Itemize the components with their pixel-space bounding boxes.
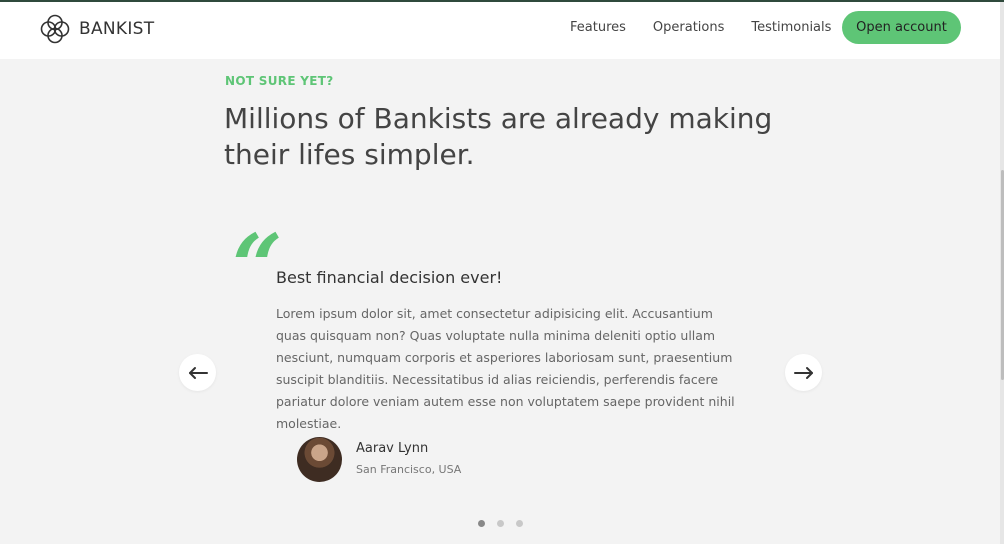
slider-dot-3[interactable] xyxy=(516,520,523,527)
section-label: NOT SURE YET? xyxy=(225,74,334,88)
slider-dots xyxy=(478,520,535,527)
bankist-logo-icon xyxy=(40,14,70,44)
navigation-bar: BANKIST Features Operations Testimonials… xyxy=(0,2,1000,59)
nav-link-testimonials[interactable]: Testimonials xyxy=(751,20,831,35)
author-name: Aarav Lynn xyxy=(356,441,429,456)
author-location: San Francisco, USA xyxy=(356,463,462,476)
logo[interactable]: BANKIST xyxy=(39,13,154,45)
nav-link-features[interactable]: Features xyxy=(570,20,626,35)
section-heading: Millions of Bankists are already making … xyxy=(224,102,773,171)
slider-dot-2[interactable] xyxy=(497,520,504,527)
brand-name: BANKIST xyxy=(79,19,155,39)
slider-dot-1[interactable] xyxy=(478,520,485,527)
arrow-left-icon xyxy=(188,366,208,379)
nav-links: Features Operations Testimonials xyxy=(570,20,858,35)
author-avatar xyxy=(297,437,342,482)
open-account-button[interactable]: Open account xyxy=(842,11,961,44)
nav-link-operations[interactable]: Operations xyxy=(653,20,724,35)
testimonial-text: Lorem ipsum dolor sit, amet consectetur … xyxy=(276,306,735,431)
quote-mark-icon: “ xyxy=(232,214,283,318)
slider-prev-button[interactable] xyxy=(179,354,216,391)
testimonial-title: Best financial decision ever! xyxy=(276,268,503,287)
arrow-right-icon xyxy=(793,366,813,379)
slider-next-button[interactable] xyxy=(785,354,822,391)
